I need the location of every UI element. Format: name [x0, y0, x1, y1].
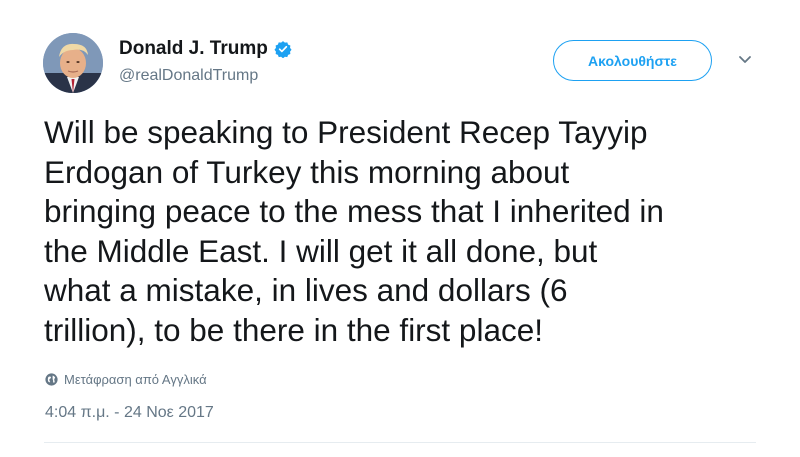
- follow-button[interactable]: Ακολουθήστε: [553, 40, 712, 81]
- author-name-row[interactable]: Donald J. Trump: [119, 38, 292, 60]
- tweet-card: Donald J. Trump @realDonaldTrump Ακολουθ…: [0, 0, 800, 457]
- globe-icon: [45, 373, 58, 386]
- profile-photo: [43, 33, 103, 93]
- translate-label[interactable]: Μετάφραση από Αγγλικά: [64, 372, 207, 387]
- divider: [44, 442, 756, 443]
- author-handle[interactable]: @realDonaldTrump: [119, 67, 258, 85]
- tweet-timestamp[interactable]: 4:04 π.μ. - 24 Νοε 2017: [45, 404, 214, 422]
- author-display-name[interactable]: Donald J. Trump: [119, 38, 268, 60]
- chevron-down-icon[interactable]: [737, 54, 753, 66]
- tweet-text: Will be speaking to President Recep Tayy…: [44, 114, 664, 348]
- avatar[interactable]: [43, 33, 103, 93]
- verified-badge-icon: [274, 41, 292, 58]
- translate-tweet-link[interactable]: Μετάφραση από Αγγλικά: [45, 372, 207, 387]
